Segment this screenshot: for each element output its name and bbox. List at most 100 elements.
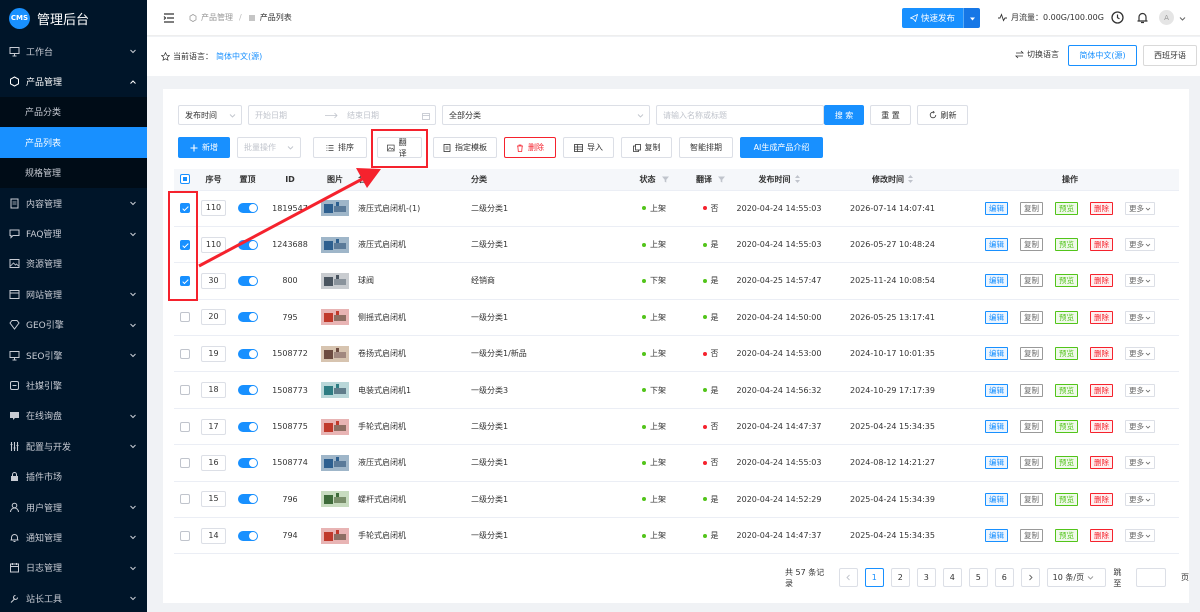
current-language-value[interactable]: 简体中文(源) <box>216 51 262 62</box>
filter-icon[interactable] <box>718 176 725 183</box>
row-checkbox[interactable] <box>180 239 190 250</box>
copy-row-button[interactable]: 复制 <box>1020 238 1043 252</box>
sidebar-item-16[interactable]: 通知管理 <box>0 522 147 552</box>
breadcrumb-item[interactable]: 产品管理 <box>201 12 233 23</box>
sort-icon[interactable] <box>794 175 800 184</box>
preview-button[interactable]: 预览 <box>1055 238 1078 252</box>
quick-publish-dropdown[interactable] <box>963 8 981 28</box>
sort-input[interactable]: 17 <box>201 418 226 435</box>
table-row[interactable]: 30 800 球阀 经销商 下架 是 2020-04-25 14:57:47 2025-11-… <box>174 262 1179 300</box>
product-thumbnail[interactable] <box>321 272 349 289</box>
product-thumbnail[interactable] <box>321 382 349 399</box>
edit-button[interactable]: 编辑 <box>985 456 1008 470</box>
sidebar-item-14[interactable]: 插件市场 <box>0 461 147 491</box>
more-button[interactable]: 更多 <box>1125 492 1155 506</box>
preview-button[interactable]: 预览 <box>1055 347 1078 361</box>
table-row[interactable]: 15 796 螺杆式启闭机 二级分类1 上架 是 2020-04-24 14:52:29 20… <box>174 481 1179 519</box>
more-button[interactable]: 更多 <box>1125 274 1155 288</box>
sort-icon[interactable] <box>908 175 913 184</box>
pin-toggle[interactable] <box>237 275 258 286</box>
copy-row-button[interactable]: 复制 <box>1020 420 1043 434</box>
more-button[interactable]: 更多 <box>1125 201 1155 215</box>
pin-toggle[interactable] <box>237 203 258 214</box>
sidebar-item-9[interactable]: GEO引擎 <box>0 310 147 340</box>
avatar[interactable]: A <box>1159 10 1174 25</box>
start-date-input[interactable]: 开始日期 <box>255 110 325 121</box>
page-button[interactable]: 6 <box>994 568 1014 587</box>
edit-button[interactable]: 编辑 <box>985 274 1008 288</box>
table-row[interactable]: 16 1508774 液压式启闭机 二级分类1 上架 否 2020-04-24 14:55:… <box>174 444 1179 482</box>
delete-row-button[interactable]: 删除 <box>1090 529 1113 543</box>
ai-generate-button[interactable]: AI生成产品介绍 <box>740 137 823 158</box>
table-row[interactable]: 17 1508775 手轮式启闭机 二级分类1 上架 否 2020-04-24 14:47:… <box>174 408 1179 446</box>
more-button[interactable]: 更多 <box>1125 529 1155 543</box>
table-row[interactable]: 110 1243688 液压式启闭机 二级分类1 上架 是 2020-04-24 14:55… <box>174 226 1179 264</box>
copy-row-button[interactable]: 复制 <box>1020 274 1043 288</box>
row-checkbox[interactable] <box>180 494 190 505</box>
quick-publish-button[interactable]: 快速发布 <box>902 8 964 28</box>
more-button[interactable]: 更多 <box>1125 383 1155 397</box>
row-checkbox[interactable] <box>180 203 190 214</box>
date-range-picker[interactable]: 开始日期 结束日期 <box>248 105 436 125</box>
edit-button[interactable]: 编辑 <box>985 492 1008 506</box>
copy-row-button[interactable]: 复制 <box>1020 383 1043 397</box>
copy-row-button[interactable]: 复制 <box>1020 310 1043 324</box>
delete-row-button[interactable]: 删除 <box>1090 492 1113 506</box>
sort-input[interactable]: 110 <box>201 236 226 253</box>
sort-input[interactable]: 16 <box>201 454 226 471</box>
sidebar-item-13[interactable]: 配置与开发 <box>0 431 147 461</box>
table-row[interactable]: 110 1819547 液压式启闭机-(1) 二级分类1 上架 否 2020-04-24 1… <box>174 190 1179 227</box>
preview-button[interactable]: 预览 <box>1055 310 1078 324</box>
col-translated[interactable]: 翻译 <box>687 169 734 191</box>
row-checkbox[interactable] <box>180 348 190 359</box>
history-icon[interactable] <box>1110 10 1125 25</box>
delete-row-button[interactable]: 删除 <box>1090 456 1113 470</box>
delete-row-button[interactable]: 删除 <box>1090 201 1113 215</box>
translate-button[interactable]: 翻译 <box>377 137 422 158</box>
lang-button-spanish[interactable]: 西班牙语 <box>1143 45 1197 66</box>
sort-input[interactable]: 20 <box>201 309 226 326</box>
copy-row-button[interactable]: 复制 <box>1020 456 1043 470</box>
delete-row-button[interactable]: 删除 <box>1090 383 1113 397</box>
copy-row-button[interactable]: 复制 <box>1020 201 1043 215</box>
smart-schedule-button[interactable]: 智能排期 <box>679 137 733 158</box>
sidebar-item-5[interactable]: 内容管理 <box>0 188 147 218</box>
copy-row-button[interactable]: 复制 <box>1020 347 1043 361</box>
select-all-checkbox[interactable] <box>180 174 190 185</box>
product-thumbnail[interactable] <box>321 345 349 362</box>
sidebar-item-7[interactable]: 资源管理 <box>0 249 147 279</box>
menu-collapse-icon[interactable] <box>163 12 175 24</box>
sidebar-item-17[interactable]: 日志管理 <box>0 553 147 583</box>
product-thumbnail[interactable] <box>321 418 349 435</box>
copy-row-button[interactable]: 复制 <box>1020 529 1043 543</box>
edit-button[interactable]: 编辑 <box>985 383 1008 397</box>
row-checkbox[interactable] <box>180 275 190 286</box>
sort-input[interactable]: 30 <box>201 272 226 289</box>
edit-button[interactable]: 编辑 <box>985 347 1008 361</box>
end-date-input[interactable]: 结束日期 <box>347 110 379 121</box>
search-button[interactable]: 搜 索 <box>824 105 864 125</box>
edit-button[interactable]: 编辑 <box>985 201 1008 215</box>
refresh-button[interactable]: 刷新 <box>917 105 968 125</box>
product-thumbnail[interactable] <box>321 309 349 326</box>
preview-button[interactable]: 预览 <box>1055 456 1078 470</box>
lang-button-simplified-chinese[interactable]: 简体中文(源) <box>1068 45 1137 66</box>
switch-language[interactable]: 切换语言 <box>1015 49 1059 60</box>
row-checkbox[interactable] <box>180 421 190 432</box>
preview-button[interactable]: 预览 <box>1055 529 1078 543</box>
chevron-down-icon[interactable] <box>1179 15 1186 22</box>
more-button[interactable]: 更多 <box>1125 456 1155 470</box>
sort-input[interactable]: 19 <box>201 345 226 362</box>
col-modified[interactable]: 修改时间 <box>824 169 961 191</box>
sidebar-item-4[interactable]: 规格管理 <box>0 157 147 188</box>
page-button[interactable]: 1 <box>864 568 884 587</box>
row-checkbox[interactable] <box>180 530 190 541</box>
search-input[interactable]: 请输入名称或标题 <box>656 105 824 125</box>
pin-toggle[interactable] <box>237 530 258 541</box>
delete-button[interactable]: 删除 <box>504 137 556 158</box>
page-button[interactable]: 4 <box>942 568 962 587</box>
sidebar-item-11[interactable]: 社媒引擎 <box>0 370 147 400</box>
delete-row-button[interactable]: 删除 <box>1090 238 1113 252</box>
sidebar-item-15[interactable]: 用户管理 <box>0 492 147 522</box>
product-thumbnail[interactable] <box>321 454 349 471</box>
